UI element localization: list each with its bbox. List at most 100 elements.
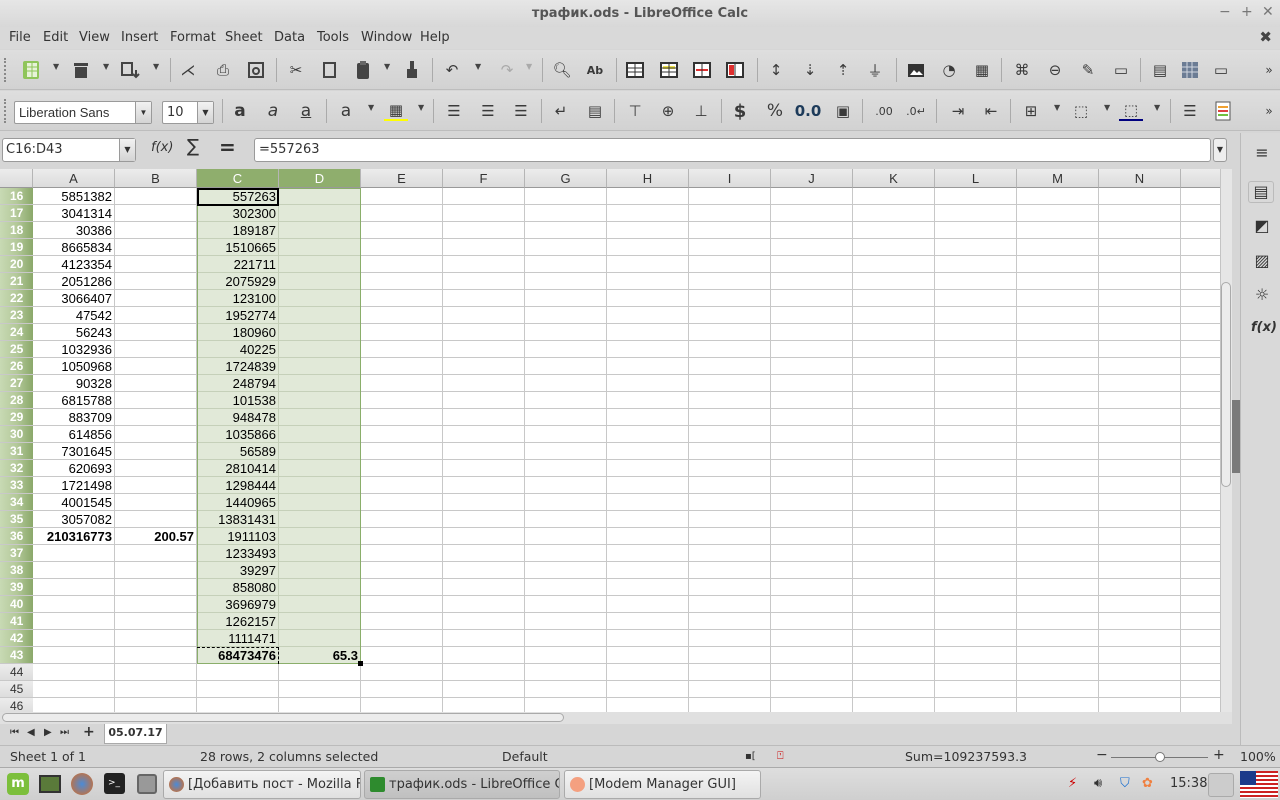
cell-e45[interactable] (361, 681, 443, 698)
cell-a16[interactable]: 5851382 (33, 188, 115, 205)
cell-m44[interactable] (1017, 664, 1099, 681)
cell-g39[interactable] (525, 579, 607, 596)
cell-i16[interactable] (689, 188, 771, 205)
cell-l21[interactable] (935, 273, 1017, 290)
cell-g38[interactable] (525, 562, 607, 579)
cell-j37[interactable] (771, 545, 853, 562)
row-header[interactable]: 32 (0, 460, 33, 477)
update-manager-icon[interactable]: ⛉ (1120, 776, 1130, 791)
cell-h44[interactable] (607, 664, 689, 681)
properties-icon[interactable]: ▤ (1248, 181, 1274, 203)
cell-e40[interactable] (361, 596, 443, 613)
add-sheet-button[interactable]: + (83, 724, 95, 740)
cell-a35[interactable]: 3057082 (33, 511, 115, 528)
cell-j21[interactable] (771, 273, 853, 290)
cell-n25[interactable] (1099, 341, 1181, 358)
cell-a30[interactable]: 614856 (33, 426, 115, 443)
previous-sheet-button[interactable]: ◀ (27, 727, 35, 738)
cell-c38[interactable]: 39297 (197, 562, 279, 579)
align-right-icon[interactable]: ☰ (510, 101, 532, 121)
cell-k44[interactable] (853, 664, 935, 681)
cell-l22[interactable] (935, 290, 1017, 307)
sheet-tab[interactable]: 05.07.17 (104, 724, 167, 744)
cell-j22[interactable] (771, 290, 853, 307)
cell-j27[interactable] (771, 375, 853, 392)
cell-j18[interactable] (771, 222, 853, 239)
cell-i42[interactable] (689, 630, 771, 647)
percent-format-icon[interactable]: % (764, 101, 786, 121)
cell-n29[interactable] (1099, 409, 1181, 426)
cell-g30[interactable] (525, 426, 607, 443)
cell-k26[interactable] (853, 358, 935, 375)
column-header-e[interactable]: E (361, 169, 443, 188)
cell-b45[interactable] (115, 681, 197, 698)
cell-m29[interactable] (1017, 409, 1099, 426)
row-header[interactable]: 28 (0, 392, 33, 409)
row-header[interactable]: 42 (0, 630, 33, 647)
cell-c31[interactable]: 56589 (197, 443, 279, 460)
cell-d17[interactable] (279, 205, 361, 222)
sort-ascending-icon[interactable]: ⇣ (799, 60, 821, 80)
cell-k24[interactable] (853, 324, 935, 341)
cell-i19[interactable] (689, 239, 771, 256)
cell-g16[interactable] (525, 188, 607, 205)
clone-formatting-icon[interactable] (401, 60, 423, 80)
cell-k21[interactable] (853, 273, 935, 290)
cell-k36[interactable] (853, 528, 935, 545)
cell-j28[interactable] (771, 392, 853, 409)
cell-d19[interactable] (279, 239, 361, 256)
cell-g35[interactable] (525, 511, 607, 528)
cell-b23[interactable] (115, 307, 197, 324)
highlight-color-icon[interactable]: ▦ (384, 101, 408, 121)
cell-l38[interactable] (935, 562, 1017, 579)
cell-b22[interactable] (115, 290, 197, 307)
cell-f38[interactable] (443, 562, 525, 579)
cell-h31[interactable] (607, 443, 689, 460)
cell-f43[interactable] (443, 647, 525, 664)
cell-e39[interactable] (361, 579, 443, 596)
column-header-f[interactable]: F (443, 169, 525, 188)
cell-b21[interactable] (115, 273, 197, 290)
cell-k18[interactable] (853, 222, 935, 239)
cell-i21[interactable] (689, 273, 771, 290)
align-top-icon[interactable]: ⊤ (624, 101, 646, 121)
row-icon[interactable] (624, 60, 646, 80)
cell-e20[interactable] (361, 256, 443, 273)
cell-l43[interactable] (935, 647, 1017, 664)
cell-f24[interactable] (443, 324, 525, 341)
cell-d37[interactable] (279, 545, 361, 562)
cell-c22[interactable]: 123100 (197, 290, 279, 307)
cell-a31[interactable]: 7301645 (33, 443, 115, 460)
cell-d28[interactable] (279, 392, 361, 409)
cell-h21[interactable] (607, 273, 689, 290)
undo-dropdown-icon[interactable]: ▼ (475, 62, 481, 71)
cell-a24[interactable]: 56243 (33, 324, 115, 341)
cell-j41[interactable] (771, 613, 853, 630)
cell-k45[interactable] (853, 681, 935, 698)
increase-indent-icon[interactable]: ⇥ (947, 101, 969, 121)
cell-g45[interactable] (525, 681, 607, 698)
modem-manager-tray-icon[interactable]: ✿ (1142, 776, 1153, 791)
cell-k40[interactable] (853, 596, 935, 613)
minimize-button[interactable]: − (1219, 0, 1231, 27)
cell-g25[interactable] (525, 341, 607, 358)
column-header-i[interactable]: I (689, 169, 771, 188)
firefox-launcher-icon[interactable] (71, 773, 93, 795)
cell-g19[interactable] (525, 239, 607, 256)
cell-g36[interactable] (525, 528, 607, 545)
cell-k29[interactable] (853, 409, 935, 426)
cell-e43[interactable] (361, 647, 443, 664)
cell-m41[interactable] (1017, 613, 1099, 630)
sort-descending-icon[interactable]: ⇡ (832, 60, 854, 80)
menu-view[interactable]: View (79, 30, 110, 45)
cell-k42[interactable] (853, 630, 935, 647)
cell-c30[interactable]: 1035866 (197, 426, 279, 443)
cell-c39[interactable]: 858080 (197, 579, 279, 596)
cell-h24[interactable] (607, 324, 689, 341)
cell-c26[interactable]: 1724839 (197, 358, 279, 375)
cell-l30[interactable] (935, 426, 1017, 443)
select-all-corner[interactable] (0, 169, 33, 188)
cell-l26[interactable] (935, 358, 1017, 375)
row-header[interactable]: 45 (0, 681, 33, 698)
cell-m23[interactable] (1017, 307, 1099, 324)
